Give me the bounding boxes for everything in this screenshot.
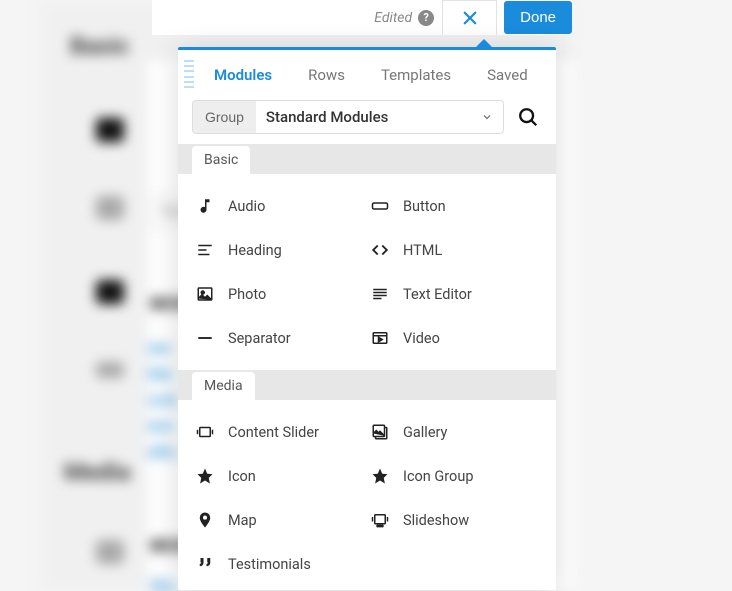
content-panel: Modules Rows Templates Saved Group Stand… [178,47,556,590]
module-list[interactable]: Basic Audio Button Heading HTML Photo [178,144,556,590]
tab-rows[interactable]: Rows [308,66,345,84]
module-text-editor[interactable]: Text Editor [367,272,542,316]
edited-label: Edited [374,10,412,26]
module-video[interactable]: Video [367,316,542,360]
module-group-value: Standard Modules [266,108,388,126]
button-icon [371,197,389,215]
filter-row: Group Standard Modules [178,100,556,144]
text-editor-icon [371,285,389,303]
gallery-icon [371,423,389,441]
html-icon [371,241,389,259]
basic-grid: Audio Button Heading HTML Photo Text Edi… [178,174,556,370]
close-icon [461,9,479,27]
separator-icon [196,329,214,347]
testimonials-icon [196,555,214,573]
help-icon[interactable]: ? [418,10,434,26]
module-icon[interactable]: Icon [192,454,367,498]
module-photo[interactable]: Photo [192,272,367,316]
content-slider-icon [196,423,214,441]
module-filter: Group Standard Modules [192,100,504,134]
section-media: Media [178,370,556,400]
close-button[interactable] [442,0,497,35]
done-button[interactable]: Done [504,1,572,34]
heading-icon [196,241,214,259]
module-separator[interactable]: Separator [192,316,367,360]
module-html[interactable]: HTML [367,228,542,272]
star-icon [196,467,214,485]
module-group-select[interactable]: Standard Modules [256,108,503,126]
search-button[interactable] [514,103,542,131]
top-toolbar: Edited ? Done [152,0,572,35]
audio-icon [196,197,214,215]
module-content-slider[interactable]: Content Slider [192,410,367,454]
module-audio[interactable]: Audio [192,184,367,228]
module-heading[interactable]: Heading [192,228,367,272]
tab-saved[interactable]: Saved [487,66,528,84]
search-icon [517,106,539,128]
video-icon [371,329,389,347]
module-map[interactable]: Map [192,498,367,542]
tab-modules[interactable]: Modules [214,66,272,84]
slideshow-icon [371,511,389,529]
map-pin-icon [196,511,214,529]
module-button[interactable]: Button [367,184,542,228]
section-basic: Basic [178,144,556,174]
panel-tabs: Modules Rows Templates Saved [192,50,556,100]
star-group-icon [371,467,389,485]
module-icon-group[interactable]: Icon Group [367,454,542,498]
group-button[interactable]: Group [193,101,256,133]
chevron-down-icon [481,111,493,123]
media-grid: Content Slider Gallery Icon Icon Group M… [178,400,556,590]
tab-templates[interactable]: Templates [381,66,451,84]
photo-icon [196,285,214,303]
module-testimonials[interactable]: Testimonials [192,542,367,586]
drag-handle-icon[interactable] [184,60,194,88]
edited-status: Edited ? [374,10,434,26]
module-gallery[interactable]: Gallery [367,410,542,454]
module-slideshow[interactable]: Slideshow [367,498,542,542]
